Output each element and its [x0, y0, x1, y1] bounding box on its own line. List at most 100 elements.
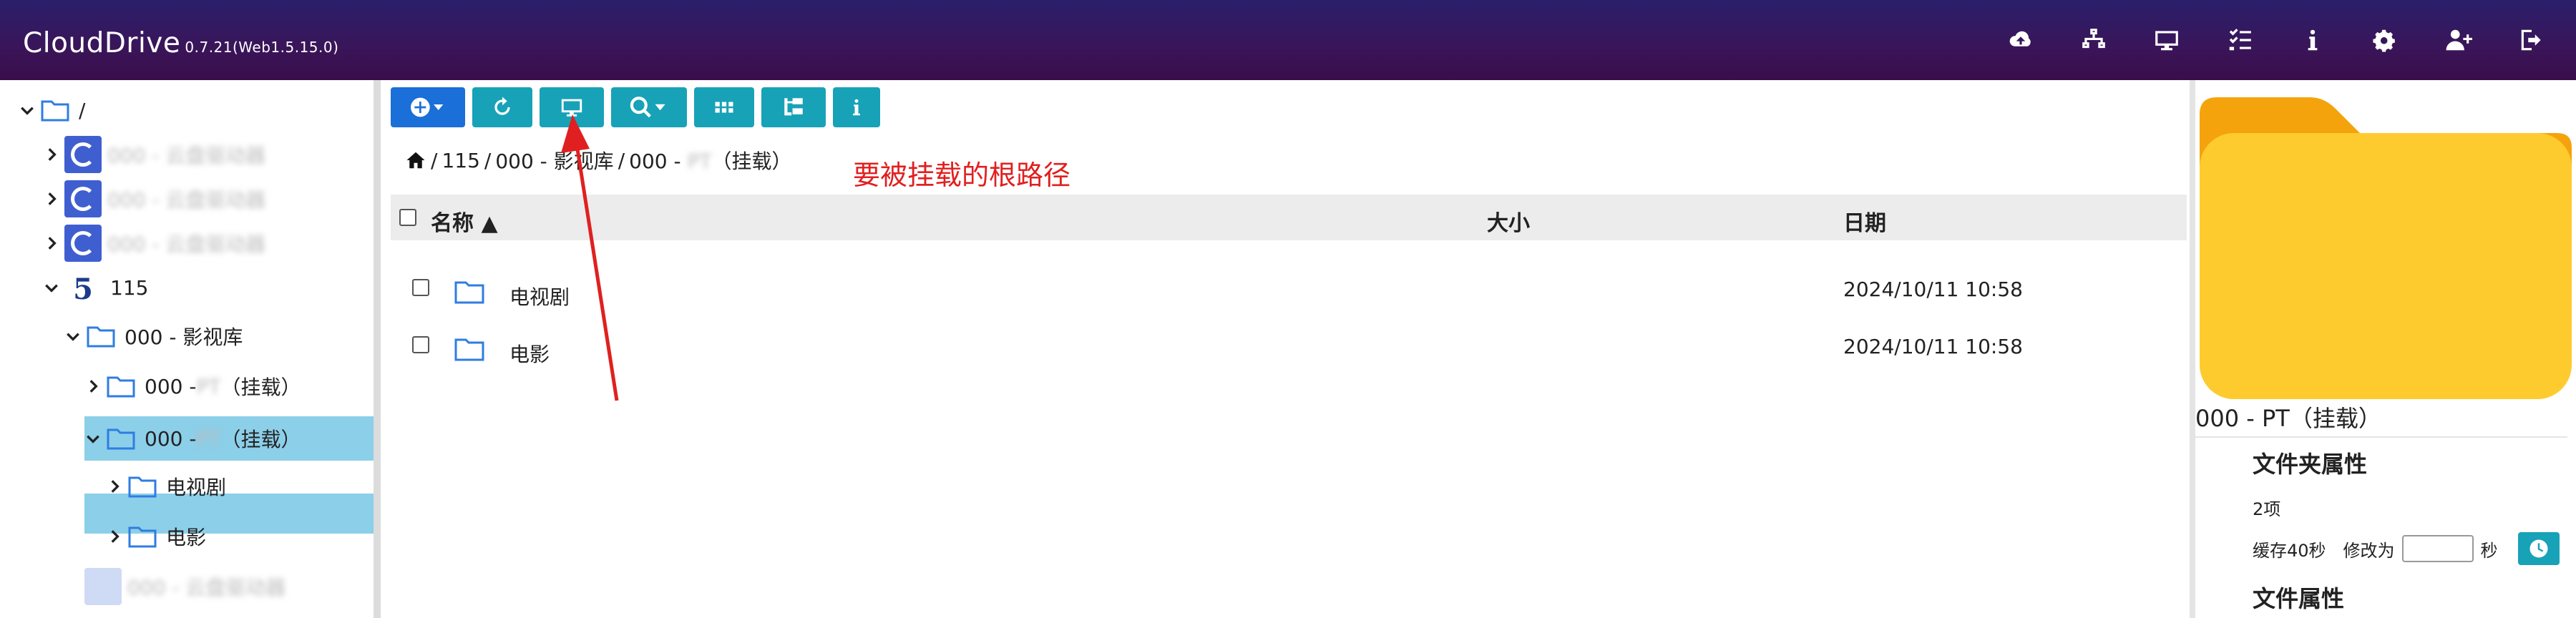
apply-cache-button[interactable] — [2517, 532, 2560, 565]
tree-item-drive[interactable]: 000 - 云盘驱动器 — [43, 134, 265, 175]
refresh-button[interactable] — [472, 87, 532, 127]
cloud-drive-icon — [64, 136, 102, 173]
logout-icon[interactable] — [2516, 24, 2547, 56]
tree-item-mount-selected[interactable]: 000 - PT （挂载） — [84, 416, 374, 461]
monitor-icon[interactable] — [2151, 24, 2182, 56]
tree-item-label: 000 - — [145, 426, 197, 451]
column-header-date[interactable]: 日期 — [1843, 205, 1886, 237]
115-logo-icon: 5 — [73, 273, 93, 306]
tree-item-label: 000 - 云盘驱动器 — [127, 576, 286, 599]
chevron-down-icon[interactable] — [64, 328, 82, 345]
tasks-icon[interactable] — [2224, 24, 2255, 56]
tree-item-suffix: （挂载） — [220, 428, 301, 451]
row-checkbox[interactable] — [412, 336, 429, 353]
annotation-text: 要被挂载的根路径 — [853, 160, 1071, 191]
grid-icon — [715, 102, 733, 113]
app-header: CloudDrive 0.7.21(Web1.5.15.0) — [0, 0, 2576, 80]
column-header-size[interactable]: 大小 — [1487, 205, 1530, 237]
tree-splitter[interactable] — [374, 80, 381, 618]
tree-item-drive[interactable]: 000 - 云盘驱动器 — [43, 223, 265, 263]
chevron-right-icon[interactable] — [84, 378, 102, 395]
chevron-right-icon[interactable] — [106, 478, 123, 495]
network-icon[interactable] — [2078, 24, 2109, 56]
breadcrumb-sep: / — [484, 148, 492, 172]
tree-item-label: 000 - 云盘驱动器 — [107, 188, 266, 212]
brand-name: CloudDrive — [23, 27, 181, 59]
table-row[interactable]: 电影 2024/10/11 10:58 — [391, 322, 2187, 378]
file-properties-heading: 文件属性 — [2253, 585, 2345, 612]
table-header: 名称 ▲ 大小 日期 — [391, 195, 2187, 240]
tree-item-label: 000 - 云盘驱动器 — [107, 144, 266, 167]
cache-label: 缓存40秒 — [2253, 540, 2326, 561]
tree-item-115[interactable]: 5 115 — [43, 268, 148, 308]
column-header-name[interactable]: 名称 ▲ — [431, 205, 498, 237]
tree-item-label: / — [79, 98, 86, 122]
breadcrumb-item[interactable]: 000 - 影视库 — [495, 146, 613, 175]
mount-button[interactable] — [540, 87, 604, 127]
tree-view-button[interactable] — [761, 87, 826, 127]
tree-item-label: 000 - — [145, 374, 197, 398]
cloud-drive-icon — [64, 225, 102, 262]
folder-icon — [106, 426, 136, 451]
info-button[interactable] — [833, 87, 880, 127]
file-name[interactable]: 电视剧 — [509, 282, 570, 310]
tree-item-mount[interactable]: 000 - PT （挂载） — [84, 366, 301, 406]
folder-icon — [106, 374, 136, 398]
cache-seconds-input[interactable] — [2401, 535, 2474, 562]
info-icon — [853, 99, 860, 116]
tree-item-label: 000 - 影视库 — [125, 325, 243, 349]
tree-item-root[interactable]: / — [19, 90, 85, 130]
file-name[interactable]: 电影 — [509, 339, 550, 368]
search-dropdown-button[interactable] — [611, 87, 687, 127]
cloud-drive-icon — [64, 180, 102, 217]
seconds-label: 秒 — [2480, 540, 2498, 561]
breadcrumb-item[interactable]: 115 — [441, 149, 479, 172]
tree-item-drive[interactable]: 000 - 云盘驱动器 — [84, 566, 286, 607]
folder-icon — [40, 98, 70, 122]
folder-icon — [127, 474, 157, 499]
tree-item-drive[interactable]: 000 - 云盘驱动器 — [43, 179, 265, 219]
breadcrumb-sep: / — [431, 148, 438, 172]
search-icon — [630, 97, 665, 118]
tree-item-library[interactable]: 000 - 影视库 — [64, 316, 243, 356]
info-icon[interactable] — [2297, 24, 2328, 56]
chevron-right-icon[interactable] — [43, 235, 60, 252]
add-user-icon[interactable] — [2443, 24, 2474, 56]
chevron-right-icon[interactable] — [43, 146, 60, 163]
home-icon[interactable] — [405, 149, 426, 171]
brand[interactable]: CloudDrive 0.7.21(Web1.5.15.0) — [23, 27, 338, 59]
breadcrumb-item-suffix: （挂载） — [711, 149, 792, 173]
grid-view-button[interactable] — [694, 87, 754, 127]
add-dropdown-button[interactable] — [391, 87, 465, 127]
chevron-down-icon[interactable] — [19, 102, 36, 119]
column-header-label: 名称 — [431, 211, 474, 236]
panel-splitter[interactable] — [2190, 80, 2195, 618]
breadcrumb-sep: / — [618, 148, 625, 172]
folder-icon — [454, 336, 485, 362]
cloud-upload-icon[interactable] — [2005, 24, 2036, 56]
blurred-text: PT — [196, 374, 221, 398]
chevron-right-icon[interactable] — [43, 190, 60, 207]
header-actions — [2005, 24, 2547, 56]
breadcrumb-item[interactable]: 000 - PT（挂载） — [629, 146, 791, 175]
tree-item-label: 000 - 云盘驱动器 — [107, 232, 266, 256]
chevron-right-icon[interactable] — [106, 528, 123, 545]
breadcrumb-item-prefix: 000 - — [629, 149, 688, 173]
chevron-down-icon[interactable] — [43, 279, 60, 296]
file-date: 2024/10/11 10:58 — [1843, 335, 2023, 358]
refresh-icon — [494, 97, 510, 115]
chevron-down-icon[interactable] — [84, 430, 102, 447]
monitor-icon — [561, 99, 582, 117]
settings-icon[interactable] — [2370, 24, 2401, 56]
plus-circle-icon — [411, 97, 444, 117]
modify-label: 修改为 — [2343, 540, 2395, 561]
table-row[interactable]: 电视剧 2024/10/11 10:58 — [391, 265, 2187, 320]
select-all-checkbox[interactable] — [399, 209, 416, 226]
panel-title: 000 - PT（挂载） — [2195, 401, 2567, 438]
tree-item-child[interactable]: 电影 — [106, 516, 206, 556]
row-checkbox[interactable] — [412, 279, 429, 296]
clock-icon — [2529, 539, 2548, 558]
tree-item-child[interactable]: 电视剧 — [106, 466, 226, 506]
blurred-text: PT — [196, 426, 221, 451]
brand-version: 0.7.21(Web1.5.15.0) — [185, 39, 339, 56]
